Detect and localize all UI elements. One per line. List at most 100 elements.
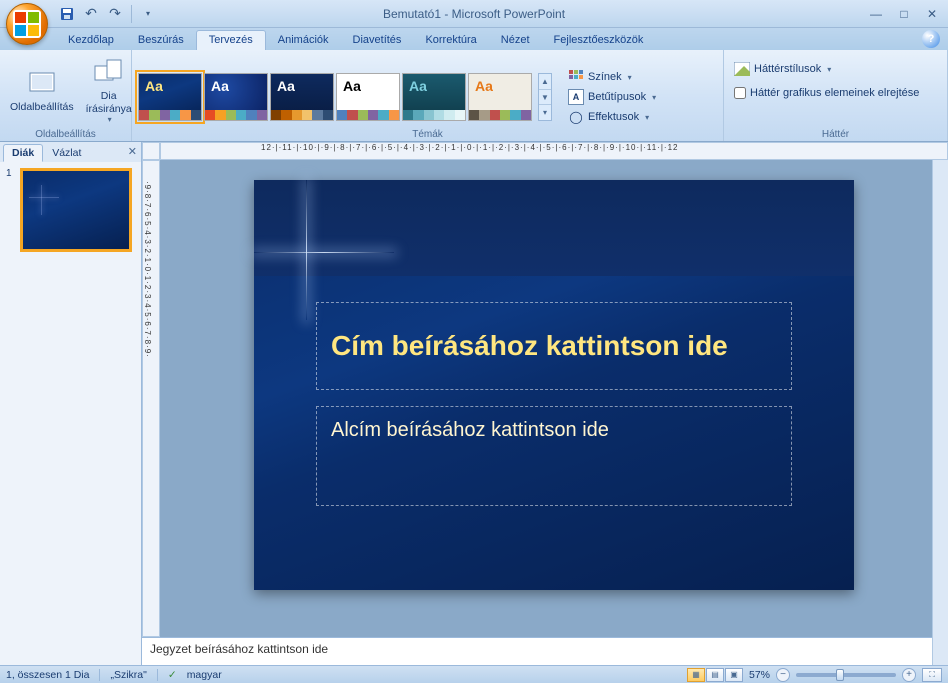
- office-button[interactable]: [6, 3, 48, 45]
- theme-item[interactable]: Aa: [204, 73, 268, 121]
- theme-preview-text: Aa: [271, 74, 333, 110]
- orientation-icon: [93, 56, 125, 88]
- tab-developer[interactable]: Fejlesztőeszközök: [542, 31, 656, 50]
- tab-view[interactable]: Nézet: [489, 31, 542, 50]
- group-label-themes: Témák: [132, 129, 723, 140]
- group-label-background: Háttér: [724, 129, 947, 140]
- pane-tab-slides[interactable]: Diák: [3, 144, 43, 162]
- theme-preview-text: Aa: [469, 74, 531, 110]
- quick-access-toolbar: ↶ ↷ ▾: [56, 0, 159, 27]
- view-sorter-button[interactable]: ▤: [706, 668, 724, 682]
- theme-item[interactable]: Aa: [270, 73, 334, 121]
- background-styles-icon: [734, 61, 750, 77]
- fonts-button[interactable]: A Betűtípusok▾: [564, 87, 660, 107]
- hide-bg-graphics-checkbox[interactable]: Háttér grafikus elemeinek elrejtése: [730, 85, 923, 101]
- tab-review[interactable]: Korrektúra: [413, 31, 488, 50]
- gallery-scroll-up[interactable]: ▲: [539, 74, 551, 90]
- theme-gallery: AaAaAaAaAaAa: [138, 73, 532, 121]
- status-language[interactable]: magyar: [187, 669, 222, 681]
- theme-preview-text: Aa: [205, 74, 267, 110]
- pane-tabs: Diák Vázlat ✕: [0, 142, 141, 162]
- pane-close-button[interactable]: ✕: [128, 145, 137, 158]
- slide-orientation-button[interactable]: Dia írásiránya ▾: [82, 53, 136, 127]
- slide-decoration-flare: [254, 252, 394, 253]
- spellcheck-icon[interactable]: ✓: [168, 669, 177, 681]
- help-button[interactable]: ?: [922, 30, 940, 48]
- editor-pane: 12·|·11·|·10·|·9·|·8·|·7·|·6·|·5·|·4·|·3…: [142, 142, 948, 665]
- group-page-setup: Oldalbeállítás Dia írásiránya ▾ Oldalbeá…: [0, 50, 132, 141]
- group-background: Háttérstílusok▾ Háttér grafikus elemeine…: [724, 50, 948, 141]
- chevron-down-icon: ▾: [652, 93, 656, 102]
- restore-button[interactable]: □: [894, 5, 914, 23]
- thumbnail-preview[interactable]: [20, 168, 132, 252]
- ribbon-tabs: Kezdőlap Beszúrás Tervezés Animációk Dia…: [0, 28, 948, 50]
- theme-preview-text: Aa: [403, 74, 465, 110]
- background-styles-button[interactable]: Háttérstílusok▾: [730, 59, 835, 79]
- zoom-in-button[interactable]: +: [902, 668, 916, 682]
- title-bar: ↶ ↷ ▾ Bemutató1 - Microsoft PowerPoint —…: [0, 0, 948, 28]
- notes-pane[interactable]: Jegyzet beírásához kattintson ide: [142, 637, 948, 665]
- view-slideshow-button[interactable]: ▣: [725, 668, 743, 682]
- zoom-percentage[interactable]: 57%: [749, 669, 770, 681]
- theme-item[interactable]: Aa: [336, 73, 400, 121]
- theme-preview-text: Aa: [337, 74, 399, 110]
- fit-to-window-button[interactable]: ⛶: [922, 668, 942, 682]
- effects-button[interactable]: ◯ Effektusok▾: [564, 107, 660, 127]
- tab-home[interactable]: Kezdőlap: [56, 31, 126, 50]
- theme-item[interactable]: Aa: [468, 73, 532, 121]
- zoom-slider[interactable]: [796, 673, 896, 677]
- thumbnail-list: 1: [0, 162, 141, 665]
- theme-color-bar: [337, 110, 399, 120]
- chevron-down-icon: ▾: [827, 65, 831, 74]
- thumbnail-item[interactable]: 1: [6, 168, 135, 252]
- slides-pane: Diák Vázlat ✕ 1: [0, 142, 142, 665]
- gallery-scroll-down[interactable]: ▼: [539, 90, 551, 106]
- status-theme-name: „Szikra": [110, 669, 146, 681]
- chevron-down-icon: ▾: [628, 73, 632, 82]
- hide-bg-graphics-input[interactable]: [734, 87, 746, 99]
- theme-color-bar: [205, 110, 267, 120]
- qat-separator: [131, 5, 132, 23]
- zoom-out-button[interactable]: −: [776, 668, 790, 682]
- theme-preview-text: Aa: [139, 74, 201, 110]
- group-label-page-setup: Oldalbeállítás: [0, 129, 131, 140]
- save-button[interactable]: [56, 3, 78, 25]
- tab-design[interactable]: Tervezés: [196, 30, 266, 50]
- gallery-scroll: ▲ ▼ ▾: [538, 73, 552, 121]
- theme-item[interactable]: Aa: [402, 73, 466, 121]
- tab-insert[interactable]: Beszúrás: [126, 31, 196, 50]
- slide[interactable]: Cím beírásához kattintson ide Alcím beír…: [254, 180, 854, 590]
- status-bar: 1, összesen 1 Dia „Szikra" ✓ magyar ▦ ▤ …: [0, 665, 948, 683]
- minimize-button[interactable]: —: [866, 5, 886, 23]
- ruler-corner: [142, 142, 160, 160]
- theme-color-bar: [469, 110, 531, 120]
- close-button[interactable]: ✕: [922, 5, 942, 23]
- qat-customize-button[interactable]: ▾: [137, 3, 159, 25]
- effects-icon: ◯: [568, 109, 584, 125]
- chevron-down-icon: ▾: [645, 113, 649, 122]
- theme-item[interactable]: Aa: [138, 73, 202, 121]
- page-setup-button[interactable]: Oldalbeállítás: [6, 53, 78, 127]
- colors-icon: [568, 69, 584, 85]
- title-placeholder[interactable]: Cím beírásához kattintson ide: [316, 302, 792, 390]
- colors-button[interactable]: Színek▾: [564, 67, 660, 87]
- horizontal-ruler[interactable]: 12·|·11·|·10·|·9·|·8·|·7·|·6·|·5·|·4·|·3…: [160, 142, 948, 160]
- undo-button[interactable]: ↶: [80, 3, 102, 25]
- zoom-slider-thumb[interactable]: [836, 669, 844, 681]
- slide-decoration-topbar: [254, 180, 854, 276]
- tab-animations[interactable]: Animációk: [266, 31, 341, 50]
- page-setup-icon: [26, 67, 58, 99]
- redo-button[interactable]: ↷: [104, 3, 126, 25]
- work-area: Diák Vázlat ✕ 1 12·|·11·|·10·|·9·|·8·|·7…: [0, 142, 948, 665]
- slide-canvas[interactable]: Cím beírásához kattintson ide Alcím beír…: [160, 160, 948, 637]
- orientation-label: Dia írásiránya: [86, 90, 132, 114]
- tab-slideshow[interactable]: Diavetítés: [341, 31, 414, 50]
- fonts-icon: A: [568, 89, 584, 105]
- pane-tab-outline[interactable]: Vázlat: [43, 144, 90, 162]
- subtitle-placeholder-text: Alcím beírásához kattintson ide: [331, 419, 777, 442]
- gallery-more-button[interactable]: ▾: [539, 105, 551, 120]
- view-normal-button[interactable]: ▦: [687, 668, 705, 682]
- subtitle-placeholder[interactable]: Alcím beírásához kattintson ide: [316, 406, 792, 506]
- vertical-ruler[interactable]: ·9·8·7·6·5·4·3·2·1·0·1·2·3·4·5·6·7·8·9·: [142, 160, 160, 637]
- vertical-scrollbar[interactable]: [932, 160, 948, 665]
